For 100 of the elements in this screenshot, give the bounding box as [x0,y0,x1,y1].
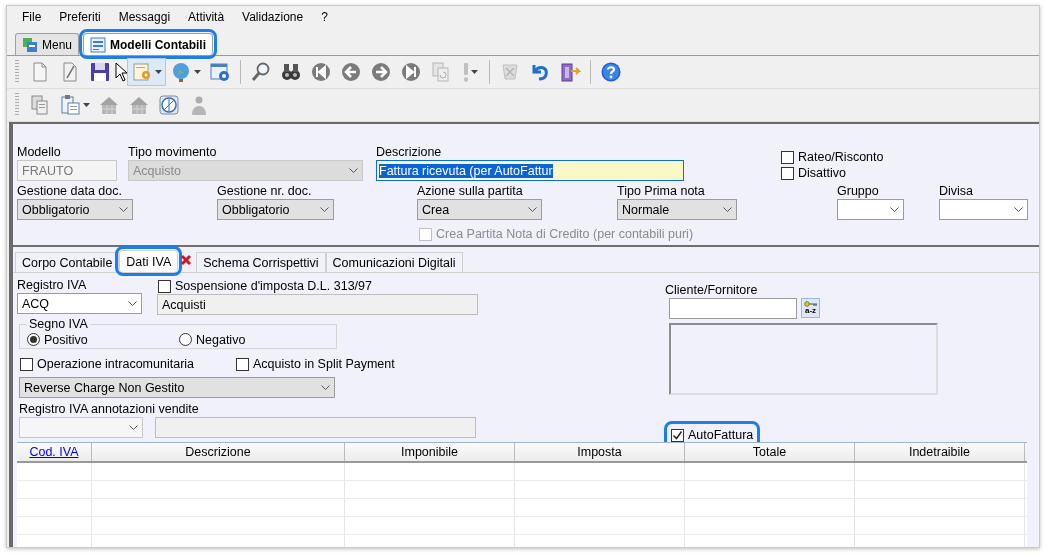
radio-option[interactable]: Negativo [178,331,247,348]
dropdown[interactable]: ACQ [17,293,142,314]
toolbar-grip [15,93,19,117]
dropdown-value: ACQ [22,296,50,311]
chevron-icon [528,207,537,212]
checkbox[interactable] [781,150,794,164]
checkbox-option[interactable]: Operazione intracomunitaria [19,356,235,372]
field-label: Gestione data doc. [17,184,123,199]
menu-item[interactable]: Validazione [235,10,311,24]
checkbox-option[interactable]: Sospensione d'imposta D.L. 313/97 [157,278,478,294]
dropdown-value: Reverse Charge Non Gestito [24,380,185,395]
dropdown[interactable]: Normale [617,199,737,220]
radio-label: Negativo [196,331,246,348]
field-label: Modello [17,145,62,160]
dropdown[interactable] [837,199,904,220]
chevron-icon [128,301,137,306]
dropdown[interactable]: Crea [417,199,542,220]
chevron-icon [1014,207,1023,212]
radio-option[interactable]: Positivo [26,331,178,348]
checkbox-label: Rateo/Risconto [798,149,884,165]
caret-icon [470,70,478,74]
checkbox[interactable] [20,357,33,371]
caret-icon [155,70,162,74]
chevron-icon [723,207,732,212]
mouse-pointer-icon [115,62,127,82]
copy-refresh-icon [430,61,452,83]
field-label: Registro IVA [17,278,88,293]
tab[interactable]: Comunicazioni Digitali [325,252,463,272]
list-window-icon [90,36,107,53]
menu-item[interactable]: File [15,10,49,24]
text-area[interactable] [669,323,938,395]
field-label: Divisa [939,184,975,199]
column-header-link[interactable]: Cod. IVA [29,445,79,459]
globe-icon [170,61,192,83]
last-record-icon [400,61,422,83]
chevron-icon [321,385,330,390]
menu-item[interactable]: Messaggi [111,10,178,24]
text-field[interactable]: Fattura ricevuta (per AutoFattur [376,160,684,181]
dropdown[interactable]: Obbligatorio [217,199,334,220]
field-label: Tipo movimento [128,145,218,160]
compass-icon [158,94,180,116]
checkbox-label: Operazione intracomunitaria [37,356,195,372]
menu-item[interactable]: ? [314,10,335,24]
column-header[interactable]: Indetraibile [908,445,971,459]
menu-item[interactable]: Preferiti [52,10,108,24]
radio-label: Positivo [44,331,88,348]
caret-icon [194,70,201,74]
dropdown[interactable]: Reverse Charge Non Gestito [19,377,335,398]
caret-icon [83,103,90,107]
field-label: Tipo Prima nota [617,184,706,199]
help-icon [600,61,622,83]
group-label: Segno IVA [27,317,90,332]
field-label: Registro IVA annotazioni vendite [19,402,200,417]
text-field[interactable] [155,417,476,438]
previous-icon [340,61,362,83]
field-label: Gestione nr. doc. [217,184,313,199]
column-header[interactable]: Imponibile [401,445,458,459]
checkbox[interactable] [236,357,249,371]
chevron-icon [320,207,329,212]
field-label: Descrizione [376,145,443,160]
chevron-icon [129,425,138,430]
house-grid-icon [128,94,150,116]
menu-item[interactable]: Attività [181,10,232,24]
field-label: Azione sulla partita [417,184,524,199]
dropdown-value: Normale [622,202,670,217]
text-field[interactable] [669,298,797,319]
window-gear-icon [209,61,231,83]
radio-button[interactable] [179,333,192,346]
column-header[interactable]: Totale [752,445,787,459]
dropdown[interactable] [939,199,1028,220]
door-exit-icon [559,61,581,83]
radio-button[interactable] [27,333,40,346]
dropdown-value: Crea [422,202,450,217]
checkbox[interactable] [781,166,794,180]
checkbox-option[interactable]: AutoFattura [668,425,757,445]
search-icon [250,61,272,83]
column-header[interactable]: Imposta [577,445,622,459]
chevron-icon [119,207,128,212]
tab[interactable]: Schema Corrispettivi [196,252,326,272]
tab[interactable]: Corpo Contabile [15,252,120,272]
exclamation-icon [462,62,469,82]
chevron-icon [349,168,358,173]
checkbox-option[interactable]: Rateo/Risconto [780,149,885,165]
tab[interactable]: Menu [15,33,80,55]
field-label: Gruppo [837,184,880,199]
checkbox-label: Sospensione d'imposta D.L. 313/97 [175,278,372,294]
notepad-gear-icon [131,61,153,83]
checkbox[interactable] [158,279,171,293]
lookup-button[interactable]: a-z [801,298,820,318]
column-header[interactable]: Descrizione [185,445,251,459]
text-field[interactable]: Acquisti [157,294,478,315]
dropdown-value: Obbligatorio [222,202,290,217]
toolbar-grip [15,60,19,84]
checkbox[interactable] [671,428,684,442]
dropdown-value: Acquisto [133,163,181,178]
checkbox-option[interactable]: Disattivo [780,165,885,181]
eraser-icon [499,61,521,83]
next-icon [370,61,392,83]
field-label: Cliente/Fornitore [665,283,758,297]
dropdown[interactable]: Obbligatorio [17,199,133,220]
